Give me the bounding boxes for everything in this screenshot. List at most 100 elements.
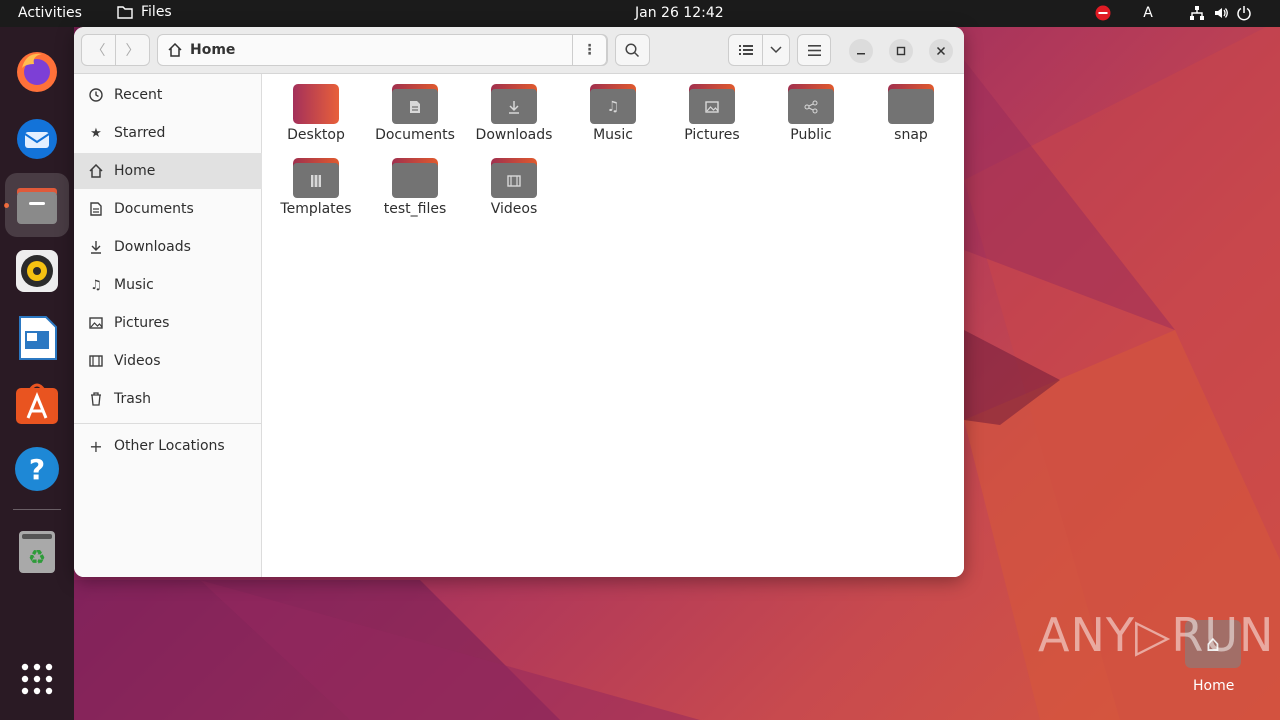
grid-icon[interactable] [13,655,61,703]
folder-label: Desktop [287,127,345,143]
app-menu-label: Files [141,4,172,20]
videos-folder-icon [491,158,537,198]
sidebar-item-label: Pictures [114,315,170,331]
app-center-icon[interactable] [13,379,61,427]
files-icon[interactable] [5,173,69,237]
video-icon [88,353,104,369]
power-icon[interactable] [1235,4,1253,22]
volume-icon[interactable] [1212,4,1230,22]
sidebar-item-home[interactable]: Home [74,153,262,189]
home-icon [168,43,182,57]
list-view-icon [738,45,753,55]
svg-text:♻: ♻ [28,545,46,569]
path-menu-button[interactable]: ⋮ [572,34,607,66]
folder-pictures[interactable]: Pictures [666,84,758,154]
top-bar: Activities Files Jan 26 12:42 A [0,0,1280,27]
sidebar-item-starred[interactable]: ★ Starred [74,115,262,151]
music-folder-icon: ♫ [590,84,636,124]
kebab-icon: ⋮ [582,42,597,58]
path-label: Home [190,42,236,58]
pictures-folder-icon [689,84,735,124]
writer-icon[interactable] [13,314,61,362]
files-window: 〈 〉 Home ⋮ Recent ★ Starred Home Documen… [74,27,964,577]
folder-templates[interactable]: Templates [270,158,362,228]
folder-documents[interactable]: Documents [369,84,461,154]
folder-label: Downloads [475,127,553,143]
folder-test-files[interactable]: test_files [369,158,461,228]
trash-icon[interactable]: ♻ [13,527,61,575]
chevron-down-icon [770,46,782,54]
maximize-icon [896,46,906,56]
sidebar-item-downloads[interactable]: Downloads [74,229,262,265]
folder-icon [117,6,133,19]
music-icon: ♫ [90,277,102,293]
folder-label: snap [894,127,928,143]
picture-icon [88,315,104,331]
chevron-left-icon: 〈 [91,43,106,59]
clock[interactable]: Jan 26 12:42 [635,5,724,21]
sidebar-divider [74,423,262,424]
folder-icon [392,158,438,198]
close-icon [936,46,946,56]
folder-public[interactable]: Public [765,84,857,154]
public-folder-icon [788,84,834,124]
thunderbird-icon[interactable] [13,114,61,162]
plus-icon: + [89,436,103,456]
input-method-indicator[interactable]: A [1139,4,1157,22]
close-button[interactable] [929,39,953,63]
search-button[interactable] [615,34,650,66]
folder-desktop[interactable]: Desktop [270,84,362,154]
clock-icon [88,87,104,103]
maximize-button[interactable] [889,39,913,63]
main-menu-button[interactable] [797,34,831,66]
sidebar-item-trash[interactable]: Trash [74,381,262,417]
home-icon [88,163,104,179]
folder-label: Music [593,127,633,143]
folder-snap[interactable]: snap [865,84,957,154]
sidebar: Recent ★ Starred Home Documents Download… [74,74,262,577]
minimize-button[interactable] [849,39,873,63]
header-bar: 〈 〉 Home ⋮ [74,27,964,74]
document-icon [88,201,104,217]
folder-music[interactable]: ♫ Music [567,84,659,154]
documents-folder-icon [392,84,438,124]
activities-button[interactable]: Activities [18,5,82,21]
sidebar-item-recent[interactable]: Recent [74,77,262,113]
sidebar-item-label: Trash [114,391,151,407]
sidebar-item-videos[interactable]: Videos [74,343,262,379]
network-icon[interactable] [1188,4,1206,22]
star-icon: ★ [90,125,102,141]
dock: ? ♻ [0,27,74,720]
sidebar-item-label: Videos [114,353,161,369]
view-options-button[interactable] [762,34,790,66]
app-menu[interactable]: Files [117,4,172,20]
view-list-button[interactable] [728,34,763,66]
folder-label: Public [790,127,832,143]
chevron-right-icon: 〉 [125,43,140,59]
sidebar-item-music[interactable]: ♫ Music [74,267,262,303]
downloads-folder-icon [491,84,537,124]
folder-videos[interactable]: Videos [468,158,560,228]
sidebar-item-other-locations[interactable]: + Other Locations [74,428,262,464]
folder-icon [888,84,934,124]
do-not-disturb-icon[interactable] [1094,4,1112,22]
sidebar-item-pictures[interactable]: Pictures [74,305,262,341]
folder-downloads[interactable]: Downloads [468,84,560,154]
desktop-home-label: Home [1193,678,1235,694]
rhythmbox-icon[interactable] [13,247,61,295]
sidebar-item-label: Other Locations [114,438,225,454]
hamburger-icon [807,44,821,56]
back-button[interactable]: 〈 [81,34,116,66]
svg-text:?: ? [29,453,45,486]
folder-label: test_files [383,201,447,217]
sidebar-item-label: Home [114,163,156,179]
sidebar-item-label: Music [114,277,154,293]
sidebar-item-documents[interactable]: Documents [74,191,262,227]
file-view[interactable]: Desktop Documents Downloads ♫ Music Pict… [262,74,964,577]
firefox-icon[interactable] [13,47,61,95]
desktop-folder-icon [293,84,339,124]
path-bar[interactable]: Home [157,34,608,66]
sidebar-item-label: Downloads [114,239,191,255]
forward-button[interactable]: 〉 [115,34,150,66]
help-icon[interactable]: ? [13,445,61,493]
